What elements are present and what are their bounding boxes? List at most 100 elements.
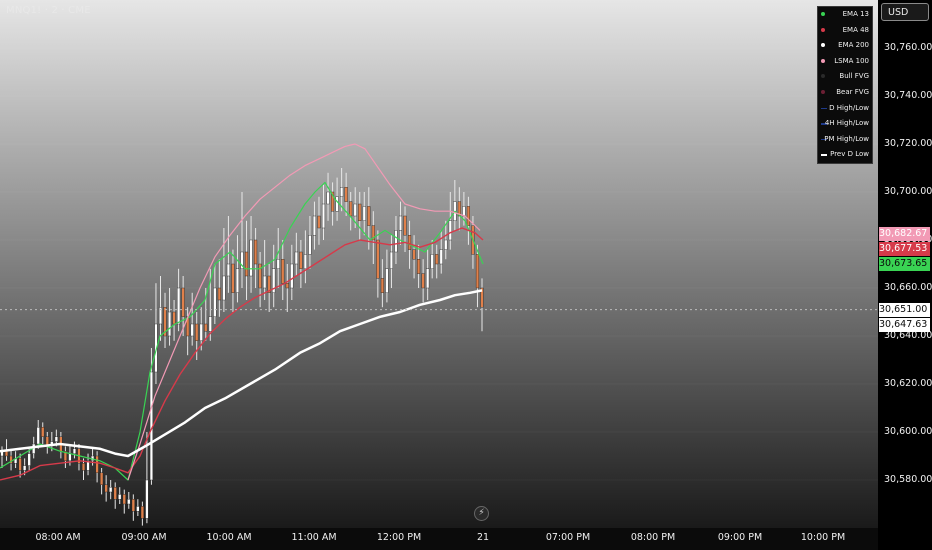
time-tick-label: 08:00 PM (630, 532, 676, 543)
candle-bull (321, 203, 326, 229)
price-chart[interactable] (0, 0, 932, 550)
candle-bull (226, 263, 230, 277)
legend-swatch-icon (821, 107, 827, 110)
legend-label: EMA 200 (838, 41, 869, 50)
time-tick-label: 10:00 AM (206, 532, 252, 543)
price-axis-background (878, 0, 932, 550)
legend-item[interactable]: EMA 200 (818, 38, 872, 54)
candle-bear (475, 254, 480, 289)
price-tag: 30,682.67 (879, 226, 930, 241)
candle-bull (276, 259, 280, 270)
candle-bear (349, 201, 353, 217)
candle-bull (27, 453, 31, 466)
legend-item[interactable]: LSMA 100 (818, 54, 872, 70)
price-tick-label: 30,640.00 (884, 330, 932, 341)
candle-bull (72, 448, 77, 454)
candle-bear (299, 251, 303, 269)
chart-background (0, 0, 878, 528)
legend-item[interactable]: 4H High/Low (818, 116, 872, 132)
candle-bull (294, 251, 298, 265)
candle-bear (4, 451, 9, 457)
legend-label: Prev D Low (830, 150, 869, 159)
candle-bear (100, 472, 104, 485)
indicator-legend[interactable]: EMA 13 EMA 48 EMA 200 LSMA 100 Bull FVG Bear … (817, 6, 873, 164)
candle-bear (113, 487, 117, 500)
candle-bear (380, 278, 384, 293)
candle-bull (127, 499, 131, 505)
legend-swatch-icon (821, 12, 825, 16)
candle-bear (285, 283, 289, 289)
price-tick-label: 30,720.00 (884, 138, 932, 149)
price-tick-label: 30,600.00 (884, 426, 932, 437)
legend-label: LSMA 100 (834, 56, 869, 65)
candle-bull (118, 494, 122, 500)
legend-label: 4H High/Low (824, 119, 869, 128)
candle-bear (376, 239, 380, 279)
candle-bull (303, 254, 307, 269)
currency-button[interactable]: USD (881, 3, 929, 21)
price-tick-label: 30,700.00 (884, 186, 932, 197)
time-tick-label: 10:00 PM (800, 532, 846, 543)
candle-bull (36, 427, 40, 445)
candle-bear (204, 323, 208, 332)
candle-bear (403, 215, 407, 236)
legend-item[interactable]: Prev D Low (818, 147, 872, 163)
lightning-icon[interactable]: ⚡ (474, 506, 489, 521)
candle-bull (326, 191, 330, 205)
time-tick-label: 07:00 PM (545, 532, 591, 543)
candle-bull (136, 506, 140, 512)
candle-bull (23, 465, 27, 471)
candle-bull (208, 316, 212, 332)
time-tick-label: 12:00 PM (376, 532, 422, 543)
time-tick-label: 09:00 AM (121, 532, 167, 543)
candle-bear (417, 259, 421, 274)
candle-bull (430, 254, 434, 269)
legend-item[interactable]: D High/Low (818, 101, 872, 117)
legend-item[interactable]: EMA 48 (818, 23, 872, 39)
candle-bull (398, 215, 403, 231)
candle-bear (95, 455, 99, 473)
candle-bear (407, 234, 412, 250)
price-tick-label: 30,580.00 (884, 474, 932, 485)
candle-bear (217, 287, 221, 301)
candle-bull (353, 203, 357, 217)
candle-bull (448, 220, 452, 241)
price-tick-label: 30,620.00 (884, 378, 932, 389)
legend-item[interactable]: Bear FVG (818, 85, 872, 101)
time-tick-label: 09:00 PM (717, 532, 763, 543)
candle-bull (312, 215, 317, 236)
candle-bull (335, 196, 339, 212)
candle-bear (254, 239, 258, 265)
candle-bull (444, 239, 448, 250)
legend-item[interactable]: PM High/Low (818, 132, 872, 148)
candle-bull (389, 251, 393, 269)
candle-bull (394, 230, 398, 253)
candle-bear (435, 254, 439, 265)
legend-item[interactable]: EMA 13 (818, 7, 872, 23)
symbol-title[interactable]: MNQ1! · 2 · CME (6, 5, 91, 16)
price-tag: 30,647.63 (879, 317, 930, 332)
legend-swatch-icon (821, 58, 825, 63)
legend-item[interactable]: Bull FVG (818, 69, 872, 85)
legend-swatch-icon (821, 89, 825, 94)
legend-swatch-icon (821, 27, 825, 32)
candle-bull (222, 275, 226, 301)
candle-bear (412, 249, 416, 260)
candle-bear (18, 458, 22, 471)
candle-bull (340, 186, 344, 197)
candle-bear (344, 186, 348, 202)
candle-bear (281, 259, 285, 284)
candle-bull (145, 479, 149, 519)
legend-swatch-icon (821, 74, 825, 79)
candle-bear (231, 263, 235, 293)
price-tag: 30,673.65 (879, 256, 930, 271)
candle-bull (68, 453, 72, 462)
candle-bull (235, 268, 240, 293)
candle-bull (199, 323, 203, 341)
candle-bull (385, 268, 389, 293)
candle-bear (122, 494, 126, 505)
candle-bear (81, 463, 86, 471)
candle-bear (41, 427, 45, 438)
candle-bear (104, 484, 108, 493)
candle-bear (131, 499, 135, 512)
